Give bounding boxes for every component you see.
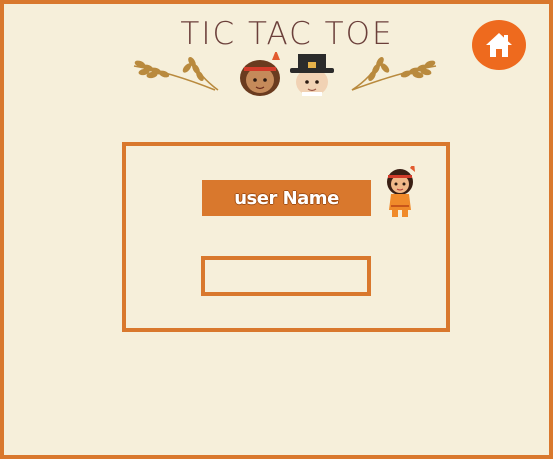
native-child-icon [240, 52, 280, 96]
game-title: TIC TAC TOE [180, 16, 394, 52]
wheat-right-icon [351, 56, 437, 91]
title-illustration [133, 52, 437, 96]
home-button[interactable] [472, 20, 526, 70]
user-name-input[interactable] [201, 256, 371, 296]
user-name-label: user Name [202, 180, 371, 216]
wheat-left-icon [133, 56, 219, 91]
pilgrim-icon [290, 54, 334, 96]
home-icon [486, 33, 512, 57]
native-girl-icon [387, 166, 415, 217]
